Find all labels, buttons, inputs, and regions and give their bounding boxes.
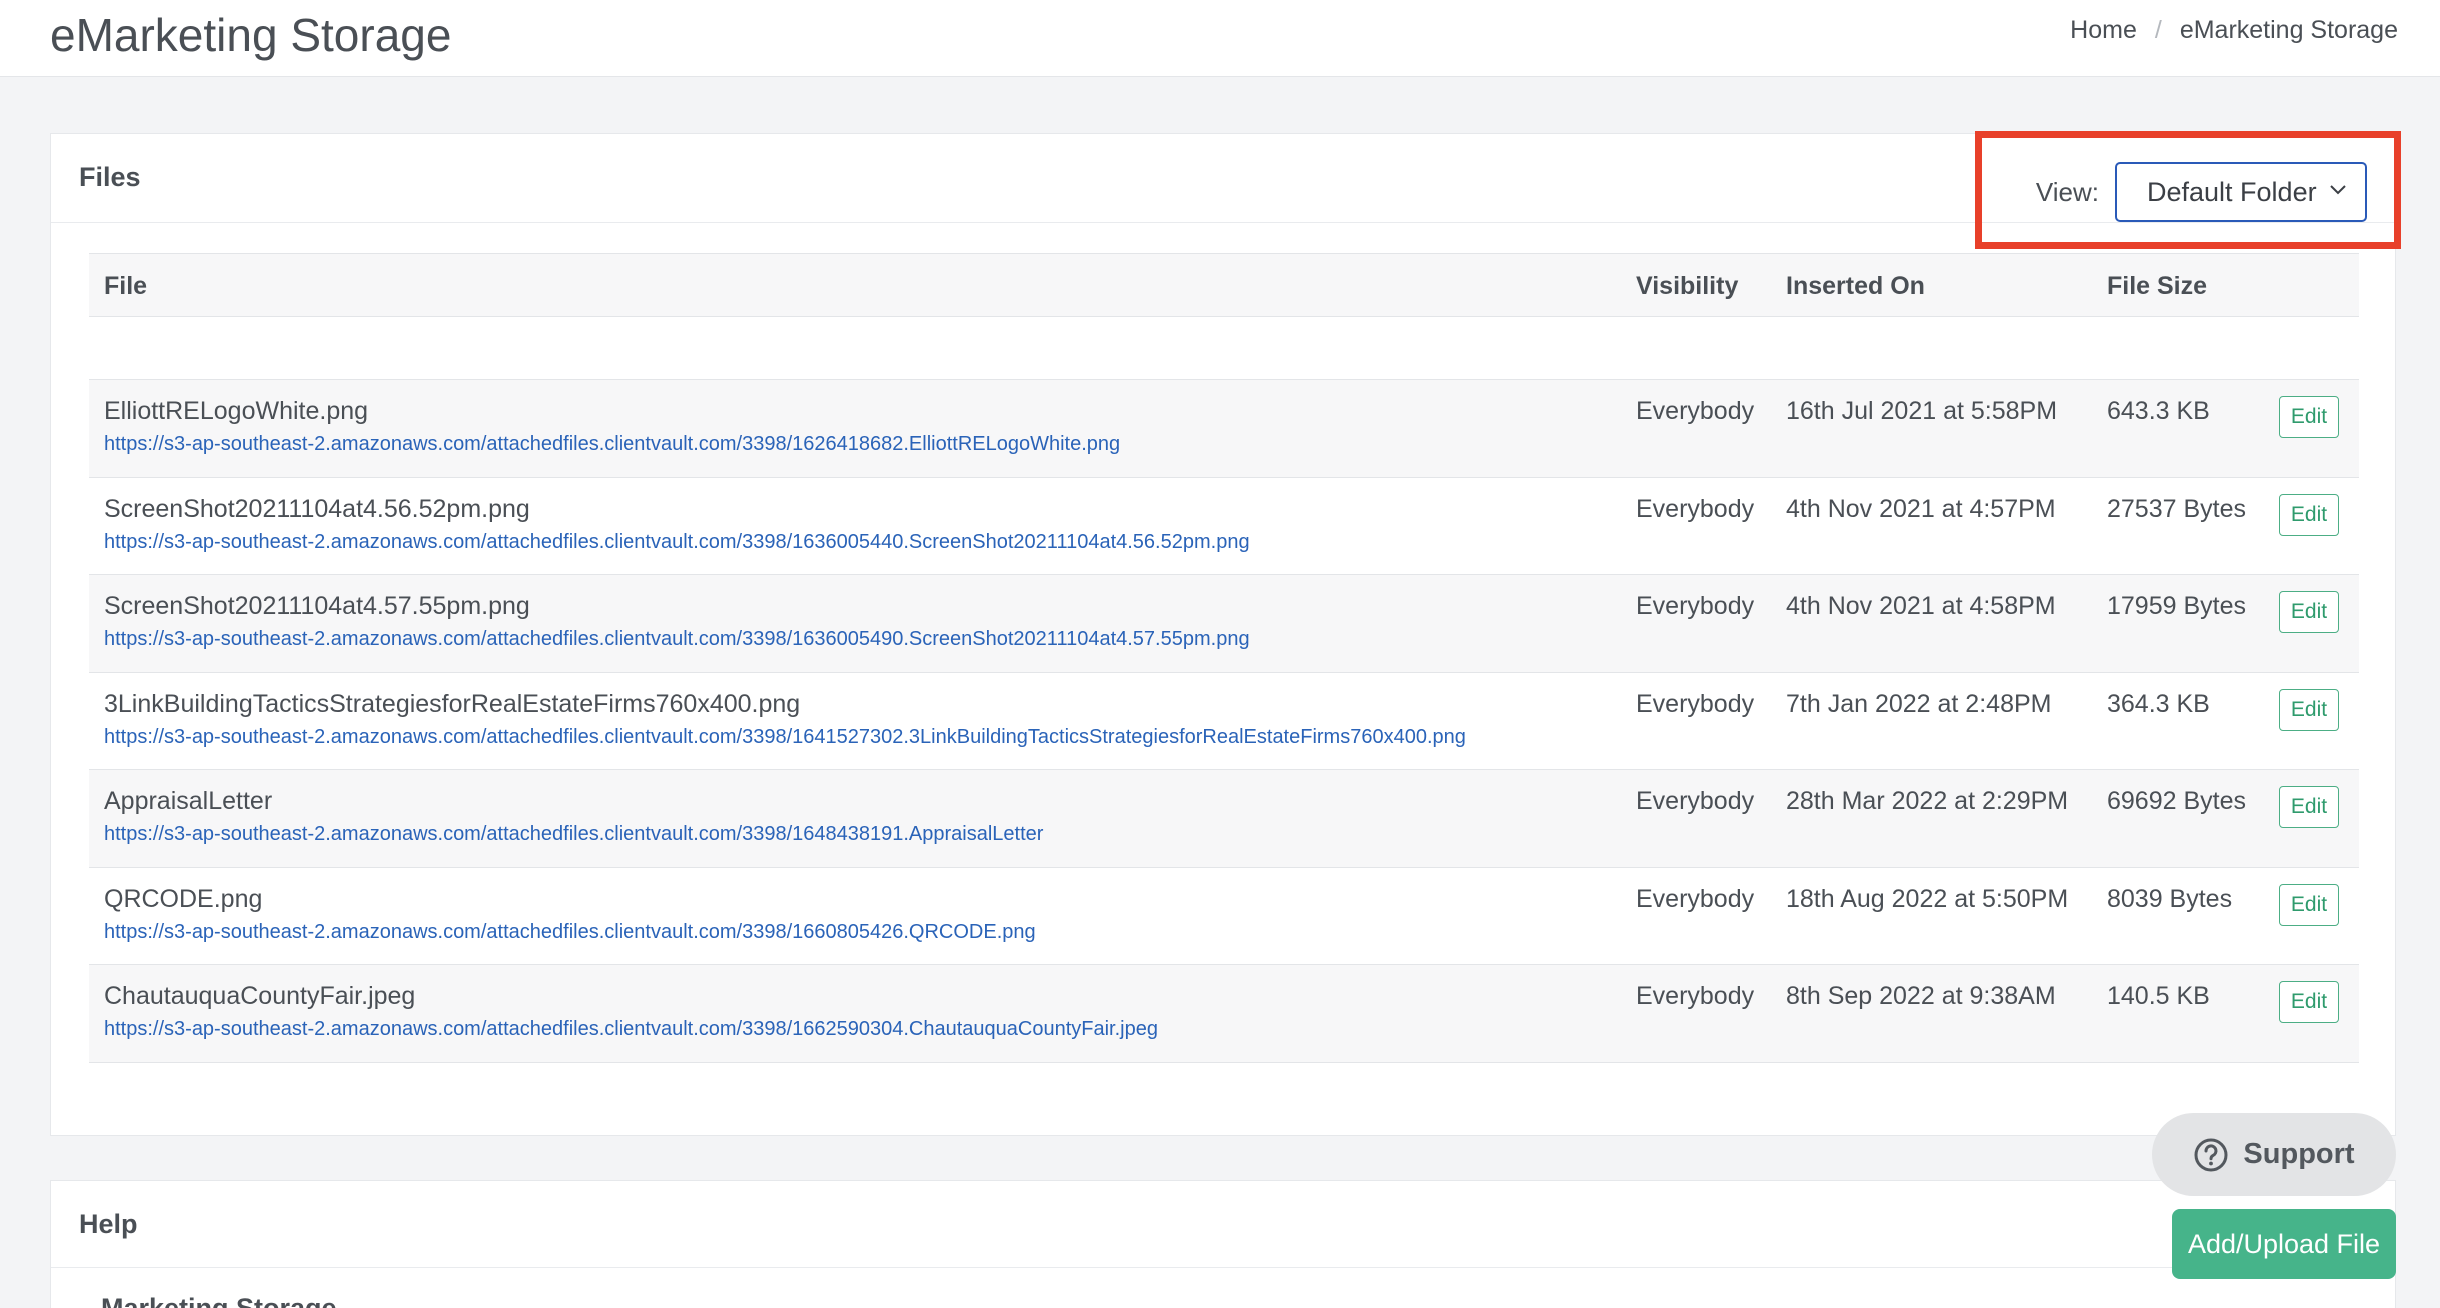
file-url-link[interactable]: https://s3-ap-southeast-2.amazonaws.com/… — [104, 433, 1120, 456]
table-row: QRCODE.png https://s3-ap-southeast-2.amaz… — [89, 868, 2359, 965]
table-header: File Visibility Inserted On File Size — [89, 253, 2359, 317]
table-row: AppraisalLetter https://s3-ap-southeast-2… — [89, 770, 2359, 868]
edit-button[interactable]: Edit — [2279, 396, 2339, 438]
files-card: Files View: Default Folder File Visibili… — [50, 133, 2396, 1136]
table-row: ChautauquaCountyFair.jpeg https://s3-ap-s… — [89, 965, 2359, 1063]
files-title: Files — [79, 162, 141, 192]
file-inserted-on: 8th Sep 2022 at 9:38AM — [1786, 982, 2056, 1010]
file-url-link[interactable]: https://s3-ap-southeast-2.amazonaws.com/… — [104, 921, 1036, 944]
edit-button[interactable]: Edit — [2279, 981, 2339, 1023]
table-body: ElliottRELogoWhite.png https://s3-ap-sout… — [89, 380, 2359, 1063]
file-name: 3LinkBuildingTacticsStrategiesforRealEst… — [104, 689, 801, 718]
file-url-link[interactable]: https://s3-ap-southeast-2.amazonaws.com/… — [104, 823, 1043, 846]
file-visibility: Everybody — [1636, 884, 1755, 913]
file-size: 140.5 KB — [2107, 982, 2210, 1010]
file-name: AppraisalLetter — [104, 787, 273, 815]
file-size: 8039 Bytes — [2107, 884, 2233, 913]
file-inserted-on: 18th Aug 2022 at 5:50PM — [1786, 884, 2069, 913]
file-url-link[interactable]: https://s3-ap-southeast-2.amazonaws.com/… — [104, 628, 1250, 651]
support-label: Support — [2243, 1138, 2355, 1170]
table-spacer-row — [89, 317, 2359, 380]
support-button[interactable]: Support — [2152, 1113, 2396, 1196]
file-inserted-on: 16th Jul 2021 at 5:58PM — [1786, 397, 2058, 425]
file-name: ScreenShot20211104at4.57.55pm.png — [104, 592, 530, 620]
file-size: 27537 Bytes — [2107, 494, 2246, 523]
page-title: eMarketing Storage — [50, 9, 452, 61]
files-table: File Visibility Inserted On File Size El… — [89, 253, 2359, 1063]
help-subtitle: Marketing Storage — [101, 1293, 337, 1308]
breadcrumb-separator: / — [2154, 16, 2162, 44]
file-url-link[interactable]: https://s3-ap-southeast-2.amazonaws.com/… — [104, 726, 1466, 749]
table-row: ScreenShot20211104at4.56.52pm.png https:/… — [89, 478, 2359, 575]
edit-button[interactable]: Edit — [2279, 688, 2339, 731]
help-divider — [51, 1267, 2395, 1268]
column-header-file[interactable]: File — [104, 272, 147, 301]
file-size: 364.3 KB — [2107, 689, 2210, 718]
table-row: ElliottRELogoWhite.png https://s3-ap-sout… — [89, 380, 2359, 478]
edit-button[interactable]: Edit — [2279, 493, 2339, 536]
file-visibility: Everybody — [1636, 592, 1755, 620]
top-bar: eMarketing Storage Home / eMarketing Sto… — [0, 0, 2440, 77]
edit-button[interactable]: Edit — [2279, 591, 2339, 633]
file-size: 69692 Bytes — [2107, 787, 2246, 815]
file-inserted-on: 4th Nov 2021 at 4:58PM — [1786, 592, 2056, 620]
add-upload-file-button[interactable]: Add/Upload File — [2172, 1209, 2396, 1279]
table-row: ScreenShot20211104at4.57.55pm.png https:/… — [89, 575, 2359, 673]
file-inserted-on: 7th Jan 2022 at 2:48PM — [1786, 689, 2052, 718]
table-row: 3LinkBuildingTacticsStrategiesforRealEst… — [89, 673, 2359, 770]
file-name: ScreenShot20211104at4.56.52pm.png — [104, 494, 530, 523]
file-url-link[interactable]: https://s3-ap-southeast-2.amazonaws.com/… — [104, 1018, 1158, 1041]
help-title: Help — [79, 1209, 138, 1239]
edit-button[interactable]: Edit — [2279, 786, 2339, 828]
file-visibility: Everybody — [1636, 397, 1755, 425]
question-circle-icon — [2194, 1138, 2228, 1171]
file-inserted-on: 28th Mar 2022 at 2:29PM — [1786, 787, 2069, 815]
file-visibility: Everybody — [1636, 982, 1755, 1010]
file-visibility: Everybody — [1636, 787, 1755, 815]
edit-button[interactable]: Edit — [2279, 883, 2339, 926]
highlight-annotation — [1975, 131, 2401, 249]
file-url-link[interactable]: https://s3-ap-southeast-2.amazonaws.com/… — [104, 531, 1250, 554]
file-size: 17959 Bytes — [2107, 592, 2246, 620]
breadcrumb-home-link[interactable]: Home — [2070, 16, 2137, 45]
file-visibility: Everybody — [1636, 494, 1755, 523]
file-name: QRCODE.png — [104, 884, 263, 913]
breadcrumb-current: eMarketing Storage — [2179, 16, 2398, 44]
breadcrumb: Home / eMarketing Storage — [2070, 16, 2398, 45]
column-header-inserted-on[interactable]: Inserted On — [1786, 272, 1925, 301]
help-card: Help Marketing Storage — [50, 1180, 2396, 1308]
file-inserted-on: 4th Nov 2021 at 4:57PM — [1786, 494, 2056, 523]
file-name: ElliottRELogoWhite.png — [104, 397, 369, 425]
column-header-file-size[interactable]: File Size — [2107, 272, 2207, 301]
file-size: 643.3 KB — [2107, 397, 2210, 425]
file-name: ChautauquaCountyFair.jpeg — [104, 982, 416, 1010]
column-header-visibility[interactable]: Visibility — [1636, 272, 1738, 301]
file-visibility: Everybody — [1636, 689, 1755, 718]
